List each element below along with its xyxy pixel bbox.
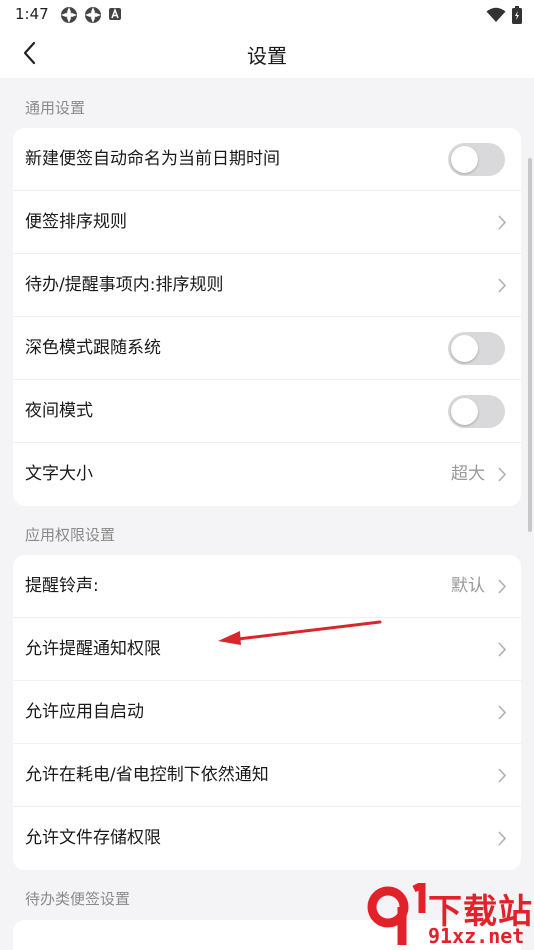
- row-night-mode[interactable]: 夜间模式: [13, 380, 521, 443]
- dark-follow-system-toggle[interactable]: [448, 332, 505, 365]
- annotation-arrow: [218, 620, 382, 645]
- row-todo-sort-rule[interactable]: 待办/提醒事项内:排序规则: [13, 254, 521, 317]
- page-title: 设置: [247, 44, 287, 68]
- card-permissions: 提醒铃声: 默认 允许提醒通知权限 允许应用自启动 允许在耗电/省电控制下依然通…: [13, 555, 521, 870]
- row-label: 允许提醒通知权限: [25, 639, 161, 659]
- row-storage-permission[interactable]: 允许文件存储权限: [13, 807, 521, 870]
- row-auto-name-date[interactable]: 新建便签自动命名为当前日期时间: [13, 128, 521, 191]
- chevron-right-icon: [498, 705, 507, 720]
- chevron-right-icon: [498, 579, 507, 594]
- row-label: 文字大小: [25, 464, 93, 484]
- row-label: 提醒铃声:: [25, 576, 99, 596]
- section-label-general: 通用设置: [25, 99, 86, 117]
- toggle-knob: [451, 335, 478, 362]
- row-label: 便签排序规则: [25, 212, 127, 232]
- section-label-todo: 待办类便签设置: [25, 890, 131, 908]
- row-sort-rule[interactable]: 便签排序规则: [13, 191, 521, 254]
- status-left-icons: [60, 6, 122, 24]
- gear-icon: [85, 7, 101, 23]
- chevron-right-icon: [498, 215, 507, 230]
- row-label: 待办/提醒事项内:排序规则: [25, 275, 224, 295]
- auto-name-toggle[interactable]: [448, 143, 505, 176]
- scrollbar[interactable]: [528, 158, 532, 532]
- row-label: 新建便签自动命名为当前日期时间: [25, 149, 280, 169]
- status-bar: 1:47: [0, 0, 534, 30]
- battery-icon: [512, 6, 522, 24]
- status-time: 1:47: [15, 5, 49, 23]
- chevron-right-icon: [498, 642, 507, 657]
- font-size-value: 超大: [451, 464, 485, 484]
- watermark-url: 91xz.net: [428, 924, 525, 948]
- toggle-knob: [451, 146, 478, 173]
- ringtone-value: 默认: [451, 576, 485, 596]
- row-label: 深色模式跟随系统: [25, 338, 161, 358]
- toggle-knob: [451, 398, 478, 425]
- row-label: 允许文件存储权限: [25, 828, 161, 848]
- row-battery-notify-permission[interactable]: 允许在耗电/省电控制下依然通知: [13, 744, 521, 807]
- chevron-right-icon: [498, 278, 507, 293]
- status-right-icons: [486, 6, 522, 24]
- wifi-icon: [486, 7, 506, 22]
- row-label: 允许在耗电/省电控制下依然通知: [25, 765, 269, 785]
- row-label: 夜间模式: [25, 401, 93, 421]
- gear-icon: [61, 7, 77, 23]
- app-header: 设置: [0, 30, 534, 78]
- card-general: 新建便签自动命名为当前日期时间 便签排序规则 待办/提醒事项内:排序规则 深色模…: [13, 128, 521, 506]
- chevron-right-icon: [498, 768, 507, 783]
- settings-content[interactable]: 通用设置 新建便签自动命名为当前日期时间 便签排序规则 待办/提醒事项内:排序规…: [0, 78, 534, 950]
- row-autostart-permission[interactable]: 允许应用自启动: [13, 681, 521, 744]
- chevron-right-icon: [498, 467, 507, 482]
- row-reminder-ringtone[interactable]: 提醒铃声: 默认: [13, 555, 521, 618]
- watermark-logo-icon: [367, 883, 426, 945]
- row-dark-follow-system[interactable]: 深色模式跟随系统: [13, 317, 521, 380]
- watermark: 下载站 91xz.net: [364, 882, 534, 950]
- section-label-permissions: 应用权限设置: [25, 526, 116, 544]
- night-mode-toggle[interactable]: [448, 395, 505, 428]
- row-font-size[interactable]: 文字大小 超大: [13, 443, 521, 506]
- chevron-right-icon: [498, 831, 507, 846]
- a-badge-icon: [109, 7, 121, 20]
- row-label: 允许应用自启动: [25, 702, 144, 722]
